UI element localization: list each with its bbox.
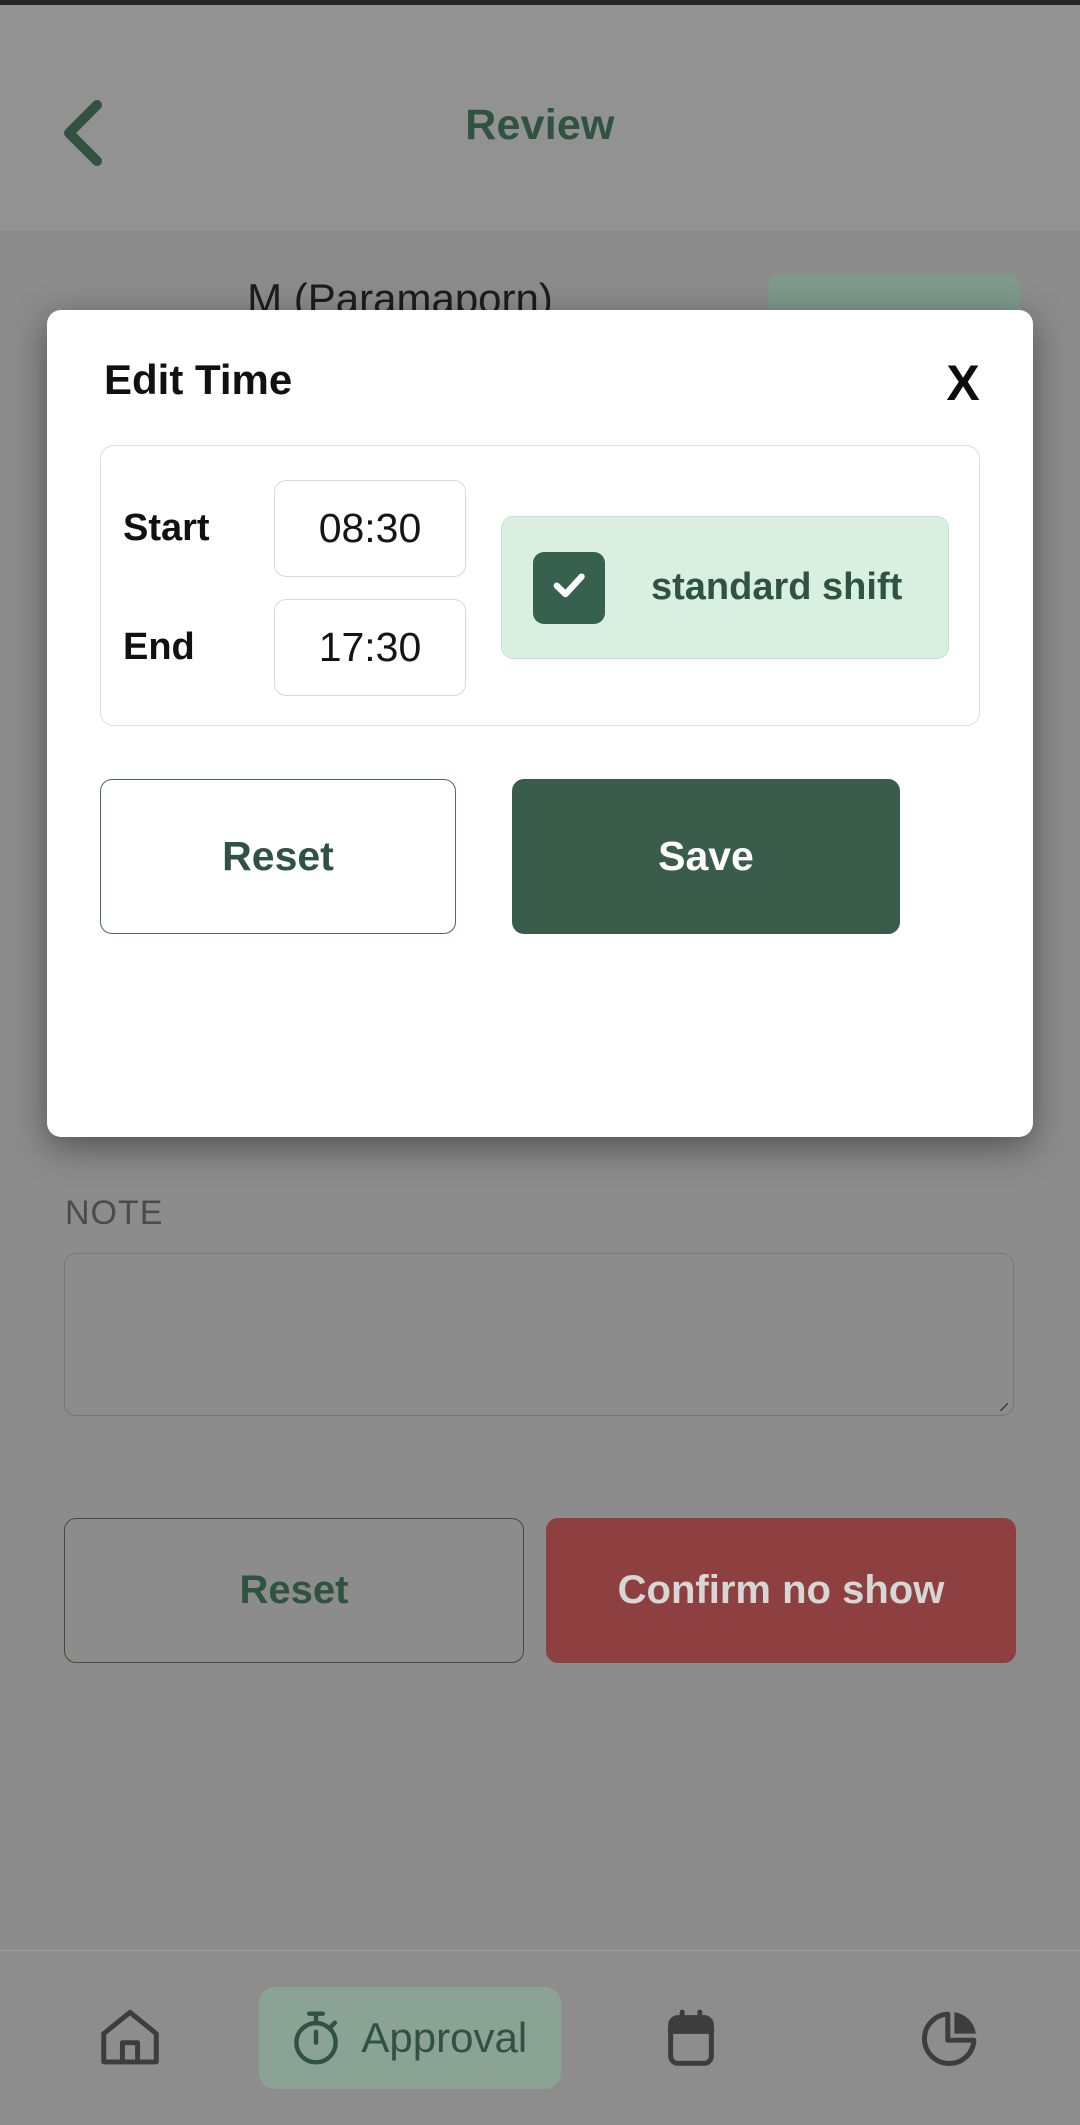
- nav-active-pill[interactable]: Approval: [259, 1987, 562, 2089]
- home-icon: [95, 2003, 165, 2073]
- end-time-row: End 17:30: [123, 599, 466, 696]
- start-time-row: Start 08:30: [123, 480, 466, 577]
- standard-shift-option[interactable]: standard shift: [501, 516, 949, 659]
- bottom-navigation: Approval: [0, 1950, 1080, 2125]
- check-icon: [548, 564, 590, 611]
- end-label: End: [123, 626, 195, 668]
- dialog-save-button[interactable]: Save: [512, 779, 900, 934]
- pie-chart-icon: [917, 2005, 983, 2071]
- background-action-bar: Reset Confirm no show: [64, 1518, 1016, 1663]
- dialog-reset-button[interactable]: Reset: [100, 779, 456, 934]
- page-title: Review: [465, 101, 615, 149]
- background-reset-button[interactable]: Reset: [64, 1518, 524, 1663]
- nav-item-reports[interactable]: [821, 1951, 1080, 2125]
- confirm-no-show-button[interactable]: Confirm no show: [546, 1518, 1016, 1663]
- calendar-icon: [658, 2005, 724, 2071]
- standard-shift-label: standard shift: [651, 566, 903, 608]
- nav-item-calendar[interactable]: [561, 1951, 820, 2125]
- edit-time-dialog: Edit Time X Start 08:30 End 17:30 standa…: [47, 310, 1033, 1137]
- dialog-action-bar: Reset Save: [100, 779, 980, 934]
- standard-shift-checkbox[interactable]: [533, 551, 605, 624]
- time-fields-card: Start 08:30 End 17:30 standard shift: [100, 445, 980, 726]
- dialog-title: Edit Time: [104, 356, 293, 403]
- start-label: Start: [123, 507, 210, 549]
- app-screen: Review M (Paramaporn) NOTE Reset Confirm…: [0, 0, 1080, 2125]
- nav-item-approval[interactable]: Approval: [259, 1951, 562, 2125]
- stopwatch-icon: [285, 2007, 347, 2069]
- start-time-input[interactable]: 08:30: [274, 480, 466, 577]
- end-time-input[interactable]: 17:30: [274, 599, 466, 696]
- nav-item-home[interactable]: [0, 1951, 259, 2125]
- app-header: Review: [0, 5, 1080, 232]
- close-icon[interactable]: X: [927, 350, 999, 416]
- nav-item-label: Approval: [361, 2014, 528, 2061]
- resize-handle-icon[interactable]: [1000, 1403, 1008, 1411]
- note-input[interactable]: [64, 1253, 1014, 1416]
- note-label: NOTE: [65, 1194, 164, 1232]
- dialog-header: Edit Time X: [47, 310, 1033, 440]
